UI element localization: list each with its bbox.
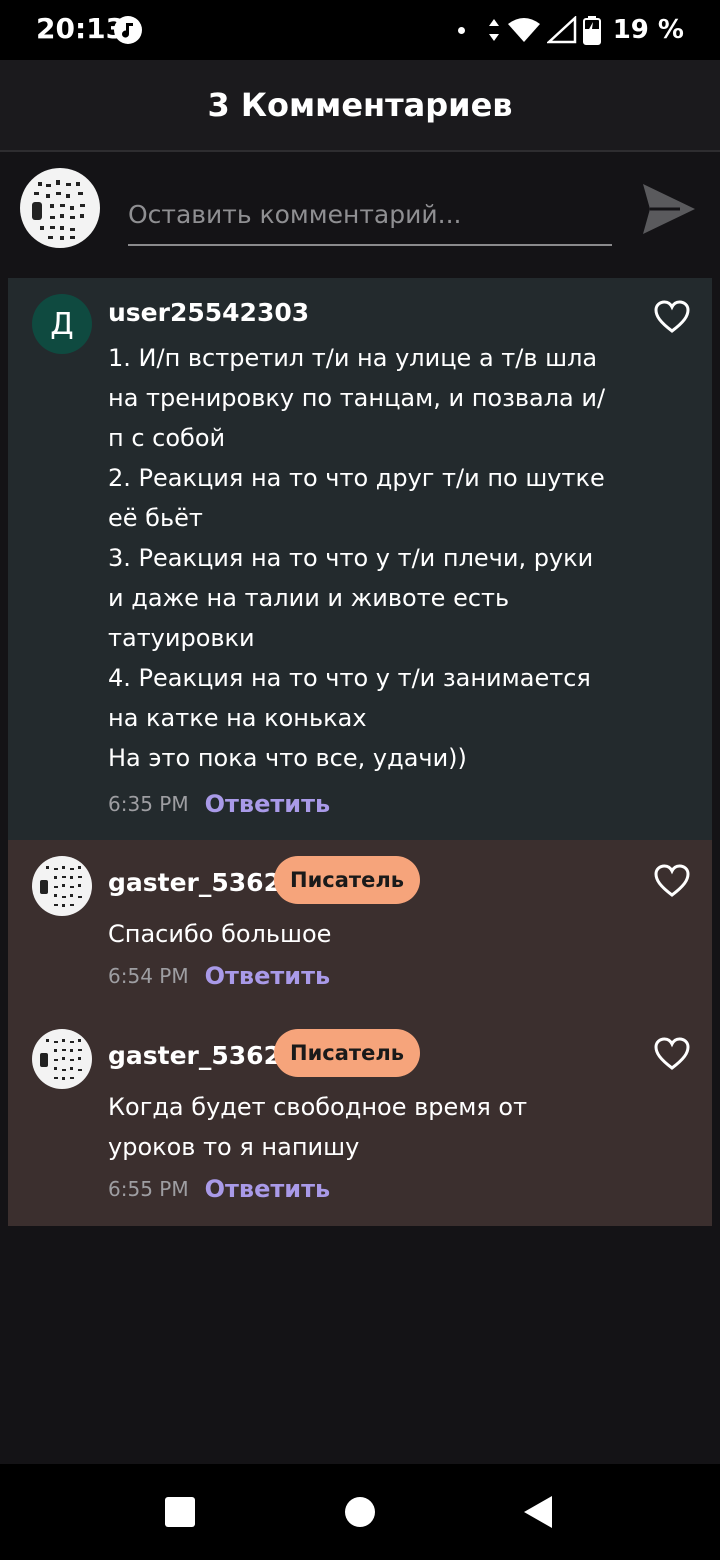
comment-item: gaster_5362 Писатель Когда будет свободн… [8,1013,712,1226]
comment-username[interactable]: user25542303 [108,298,309,327]
heart-icon[interactable] [654,300,690,334]
comment-username[interactable]: gaster_5362 [108,868,281,897]
music-note-icon [114,16,142,44]
comment-list: Д user25542303 1. И/п встретил т/и на ул… [8,278,712,1226]
comment-time: 6:54 PM [108,964,189,988]
battery-icon [582,16,601,45]
page-title: 3 Комментариев [207,86,513,124]
comment-line: На это пока что все, удачи)) [108,744,467,772]
comment-text: Спасибо большое [108,914,608,954]
avatar[interactable]: Д [32,294,92,354]
send-button[interactable] [640,180,698,238]
comment-composer [0,152,720,270]
comment-line: уроков то я напишу [108,1133,360,1161]
comment-time: 6:55 PM [108,1177,189,1201]
comment-item: Д user25542303 1. И/п встретил т/и на ул… [8,278,712,840]
comment-line: на тренировку по танцам, и позвала и/ [108,384,606,412]
comment-item: gaster_5362 Писатель Спасибо большое 6:5… [8,840,712,1013]
signal-icon [546,16,576,44]
battery-percent: 19 % [612,15,684,45]
avatar[interactable] [20,168,100,248]
heart-icon[interactable] [654,864,690,898]
heart-icon[interactable] [654,1037,690,1071]
status-time: 20:13 [36,12,126,45]
back-icon[interactable] [522,1494,554,1530]
comment-meta: 6:54 PM Ответить [108,962,330,990]
writer-badge: Писатель [274,856,420,904]
comment-username[interactable]: gaster_5362 [108,1041,281,1070]
data-arrows-icon [488,19,499,41]
comment-time: 6:35 PM [108,792,189,816]
comment-meta: 6:35 PM Ответить [108,790,330,818]
writer-badge: Писатель [274,1029,420,1077]
home-button[interactable] [345,1497,375,1527]
avatar[interactable] [32,1029,92,1089]
comment-line: на катке на коньках [108,704,367,732]
comment-line: и даже на талии и животе есть [108,584,510,612]
reply-button[interactable]: Ответить [205,962,331,990]
send-icon [643,184,695,234]
wifi-icon [507,18,540,42]
reply-button[interactable]: Ответить [205,790,331,818]
comment-input[interactable] [128,184,612,246]
status-bar: 20:13 19 % [0,0,720,60]
comment-line: 2. Реакция на то что друг т/и по шутке [108,464,605,492]
avatar[interactable] [32,856,92,916]
notification-dot-icon [457,26,465,34]
comment-meta: 6:55 PM Ответить [108,1175,330,1203]
comment-line: 4. Реакция на то что у т/и занимается [108,664,591,692]
comment-line: п с собой [108,424,226,452]
comment-line: 3. Реакция на то что у т/и плечи, руки [108,544,594,572]
comment-line: Когда будет свободное время от [108,1093,528,1121]
comment-line: Спасибо большое [108,920,332,948]
comment-line: её бьёт [108,504,203,532]
avatar-letter: Д [50,306,74,342]
comment-text: 1. И/п встретил т/и на улице а т/в шла н… [108,338,608,778]
comment-text: Когда будет свободное время от уроков то… [108,1087,608,1167]
reply-button[interactable]: Ответить [205,1175,331,1203]
recents-button[interactable] [165,1497,195,1527]
comment-line: татуировки [108,624,255,652]
comments-header: 3 Комментариев [0,60,720,152]
comment-line: 1. И/п встретил т/и на улице а т/в шла [108,344,598,372]
